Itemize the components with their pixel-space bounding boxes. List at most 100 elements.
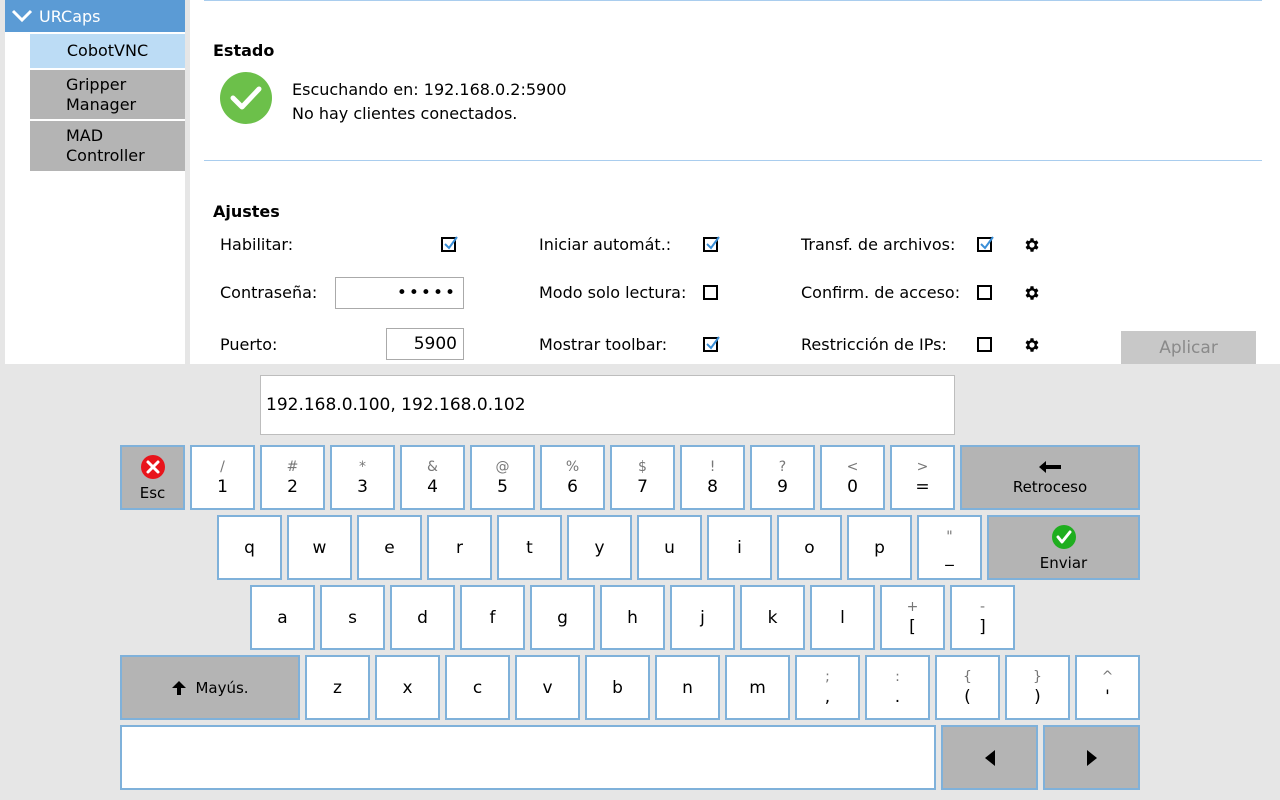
key-row2-7[interactable]: i <box>707 515 772 580</box>
key-main-char: 0 <box>847 476 858 497</box>
key-row3-9[interactable]: +[ <box>880 585 945 650</box>
key-row1-5[interactable]: % 6 <box>540 445 605 510</box>
gear-icon[interactable] <box>1023 284 1041 302</box>
key-row3-6[interactable]: j <box>670 585 735 650</box>
key-row1-1[interactable]: #2 <box>260 445 325 510</box>
key-row2-10[interactable]: " _ <box>917 515 982 580</box>
toolbar-label: Mostrar toolbar: <box>539 335 668 354</box>
key-main-char: ] <box>979 616 986 637</box>
key-row3-3[interactable]: f <box>460 585 525 650</box>
cursor-left-key[interactable] <box>941 725 1038 790</box>
filetransfer-checkbox[interactable] <box>977 236 994 252</box>
key-row1-10[interactable]: > = <box>890 445 955 510</box>
key-row2-0[interactable]: q <box>217 515 282 580</box>
key-row1-9[interactable]: <0 <box>820 445 885 510</box>
key-row4-3[interactable]: v <box>515 655 580 720</box>
shift-key[interactable]: Mayús. <box>120 655 300 720</box>
key-row3-10[interactable]: -] <box>950 585 1015 650</box>
key-row1-7[interactable]: ! 8 <box>680 445 745 510</box>
iprestrict-checkbox[interactable] <box>977 337 992 352</box>
key-row3-2[interactable]: d <box>390 585 455 650</box>
space-key[interactable] <box>120 725 936 790</box>
key-row4-7[interactable]: ;, <box>795 655 860 720</box>
cursor-right-key[interactable] <box>1043 725 1140 790</box>
key-row4-6[interactable]: m <box>725 655 790 720</box>
key-row4-1[interactable]: x <box>375 655 440 720</box>
key-row2-3[interactable]: r <box>427 515 492 580</box>
key-row2-6[interactable]: u <box>637 515 702 580</box>
port-label: Puerto: <box>220 335 278 354</box>
key-main-char: b <box>612 677 623 698</box>
key-main-char: t <box>526 537 533 558</box>
enter-key-label: Enviar <box>1039 553 1088 572</box>
key-row2-9[interactable]: p <box>847 515 912 580</box>
status-section-title: Estado <box>213 41 275 60</box>
key-row3-4[interactable]: g <box>530 585 595 650</box>
backspace-key[interactable]: Retroceso <box>960 445 1140 510</box>
key-row2-2[interactable]: e <box>357 515 422 580</box>
esc-key[interactable]: Esc <box>120 445 185 510</box>
password-field[interactable]: ••••• <box>335 277 464 309</box>
sidebar: URCaps CobotVNC Gripper Manager MAD Cont… <box>5 0 185 364</box>
gear-icon[interactable] <box>1023 336 1041 354</box>
gear-icon[interactable] <box>1023 236 1041 254</box>
key-main-char: n <box>682 677 693 698</box>
key-row4-2[interactable]: c <box>445 655 510 720</box>
key-main-char: d <box>417 607 428 628</box>
key-row2-4[interactable]: t <box>497 515 562 580</box>
key-row3-7[interactable]: k <box>740 585 805 650</box>
key-row2-8[interactable]: o <box>777 515 842 580</box>
enter-key[interactable]: Enviar <box>987 515 1140 580</box>
key-row3-8[interactable]: l <box>810 585 875 650</box>
key-main-char: [ <box>909 616 916 637</box>
key-row4-8[interactable]: :. <box>865 655 930 720</box>
key-alt-char: < <box>846 458 859 475</box>
key-alt-char: * <box>359 458 366 475</box>
toolbar-checkbox[interactable] <box>703 336 720 352</box>
key-row1-3[interactable]: & 4 <box>400 445 465 510</box>
key-row2-1[interactable]: w <box>287 515 352 580</box>
key-row4-10[interactable]: }) <box>1005 655 1070 720</box>
sidebar-header-urcaps[interactable]: URCaps <box>5 0 185 32</box>
port-field[interactable]: 5900 <box>386 328 464 360</box>
autostart-checkbox[interactable] <box>703 236 720 252</box>
key-row4-9[interactable]: {( <box>935 655 1000 720</box>
sidebar-item-gripper-manager[interactable]: Gripper Manager <box>30 70 185 119</box>
key-alt-char: { <box>963 668 972 685</box>
key-row1-4[interactable]: @5 <box>470 445 535 510</box>
key-main-char: i <box>737 537 742 558</box>
sidebar-item-mad-controller[interactable]: MAD Controller <box>30 121 185 171</box>
readonly-checkbox[interactable] <box>703 285 718 300</box>
keyboard-input-display[interactable]: 192.168.0.100, 192.168.0.102 <box>260 375 955 435</box>
enable-checkbox[interactable] <box>441 236 458 252</box>
key-main-char: f <box>489 607 496 628</box>
confirm-checkbox[interactable] <box>977 285 992 300</box>
key-main-char: , <box>824 686 831 707</box>
key-row4-5[interactable]: n <box>655 655 720 720</box>
main-content: Estado Escuchando en: 192.168.0.2:5900 N… <box>190 0 1280 364</box>
apply-button[interactable]: Aplicar <box>1121 331 1256 364</box>
esc-key-label: Esc <box>139 483 166 502</box>
filetransfer-label: Transf. de archivos: <box>801 235 956 254</box>
key-main-char: a <box>277 607 288 628</box>
key-main-char: 9 <box>777 476 788 497</box>
key-main-char: _ <box>945 546 954 567</box>
key-alt-char: % <box>565 458 580 475</box>
key-row3-1[interactable]: s <box>320 585 385 650</box>
status-clients: No hay clientes conectados. <box>292 104 518 123</box>
key-row3-5[interactable]: h <box>600 585 665 650</box>
key-row1-2[interactable]: * 3 <box>330 445 395 510</box>
key-row3-0[interactable]: a <box>250 585 315 650</box>
settings-section-title: Ajustes <box>213 202 280 221</box>
key-main-char: 6 <box>567 476 578 497</box>
key-row2-5[interactable]: y <box>567 515 632 580</box>
key-row1-6[interactable]: $7 <box>610 445 675 510</box>
key-row4-4[interactable]: b <box>585 655 650 720</box>
sidebar-item-cobotvnc[interactable]: CobotVNC <box>30 34 185 68</box>
key-row1-8[interactable]: ? 9 <box>750 445 815 510</box>
key-row1-0[interactable]: /1 <box>190 445 255 510</box>
key-row4-11[interactable]: ^ ' <box>1075 655 1140 720</box>
key-row4-0[interactable]: z <box>305 655 370 720</box>
key-main-char: 3 <box>357 476 368 497</box>
key-main-char: 5 <box>497 476 508 497</box>
